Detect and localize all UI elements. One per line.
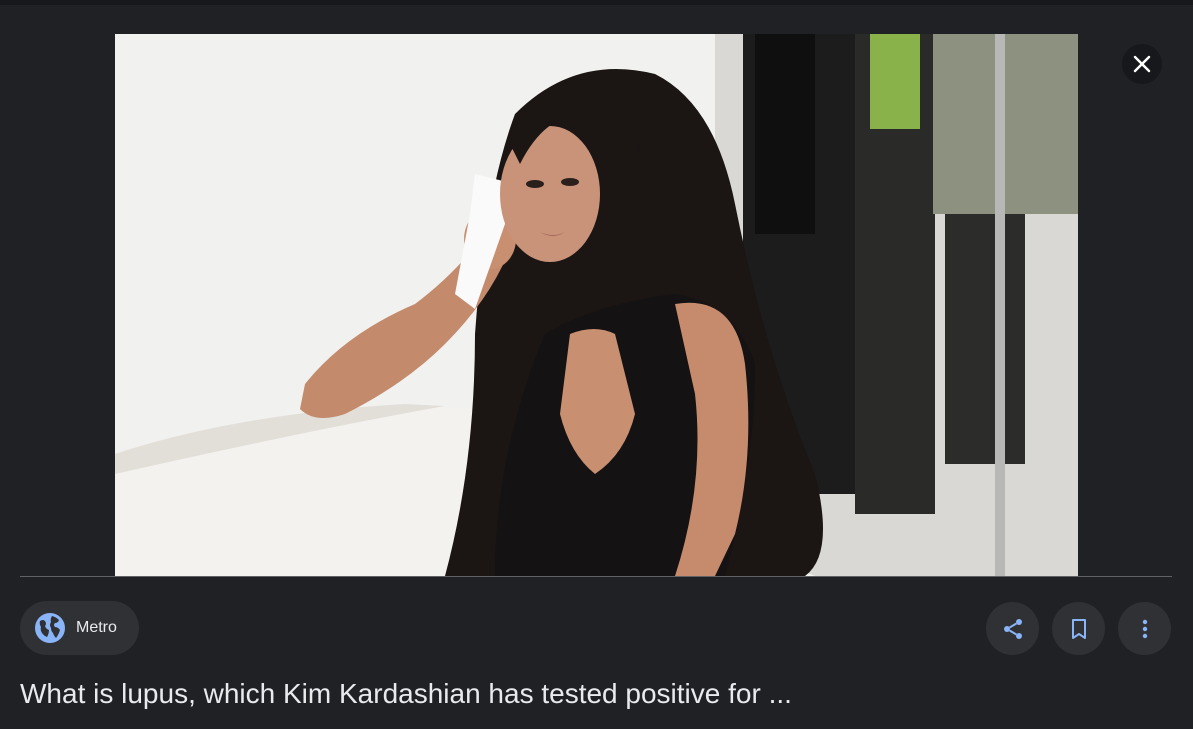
preview-image[interactable]: [115, 34, 1078, 576]
source-name: Metro: [76, 619, 117, 636]
result-title-link[interactable]: What is lupus, which Kim Kardashian has …: [20, 675, 792, 713]
close-button[interactable]: [1122, 44, 1162, 84]
close-icon: [1133, 55, 1151, 73]
globe-icon: [34, 612, 66, 644]
save-button[interactable]: [1052, 602, 1105, 655]
divider: [20, 576, 1172, 577]
share-icon: [1003, 618, 1022, 639]
image-viewer-panel: Metro What is lupus, which Kim Kardashia…: [0, 5, 1193, 729]
share-button[interactable]: [986, 602, 1039, 655]
more-vert-icon: [1142, 619, 1147, 638]
bookmark-icon: [1071, 618, 1086, 639]
source-chip[interactable]: Metro: [20, 601, 139, 655]
more-options-button[interactable]: [1118, 602, 1171, 655]
